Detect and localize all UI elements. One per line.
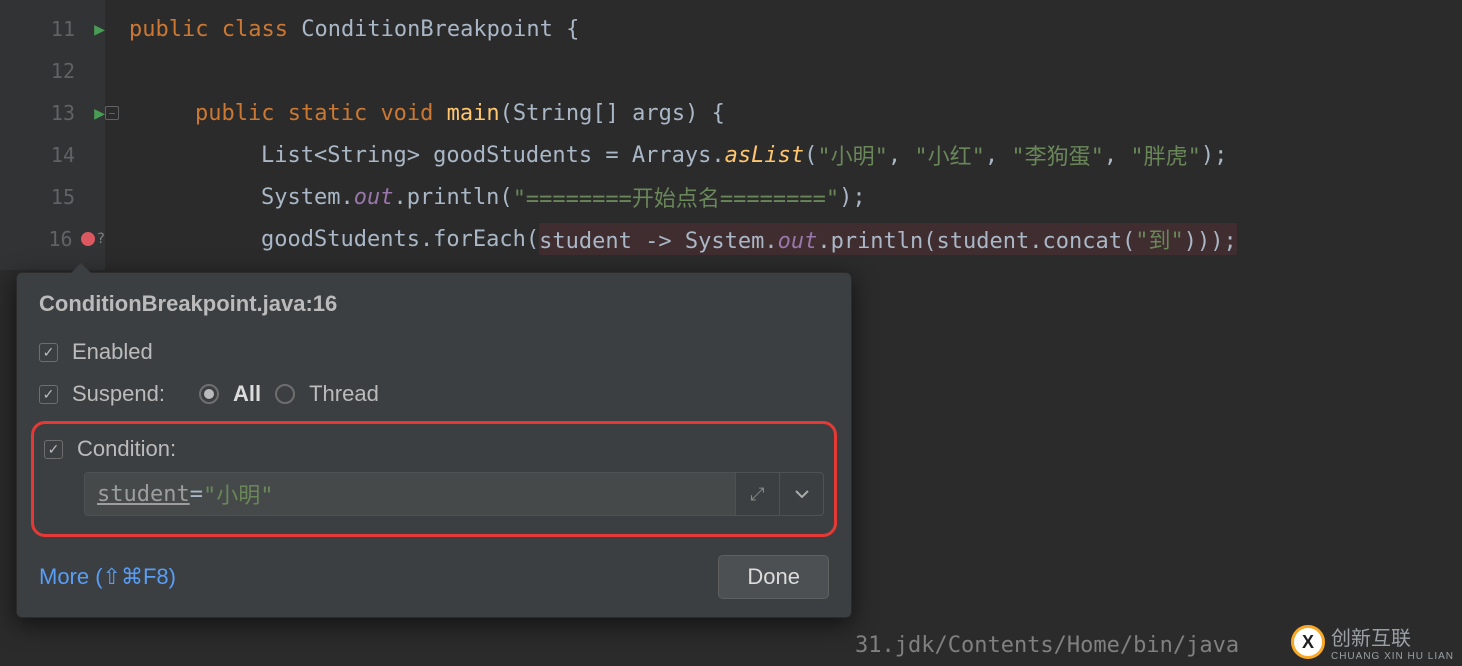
- line-number: 16: [29, 227, 81, 251]
- breakpoint-conditional-icon: ?: [97, 231, 105, 247]
- code-line-15: System.out.println("========开始点名========…: [129, 176, 1462, 218]
- code-line-16: goodStudents.forEach(student -> System.o…: [129, 218, 1462, 260]
- enabled-checkbox[interactable]: [39, 343, 58, 362]
- condition-input[interactable]: student = "小明" ⤢: [84, 472, 824, 516]
- watermark: X 创新互联 CHUANG XIN HU LIAN: [1291, 622, 1454, 662]
- code-editor: 11 ▶ 12 13 ▶ 14 15 16 ? public class Con…: [0, 0, 1462, 270]
- condition-section-highlight: Condition: student = "小明" ⤢: [31, 421, 837, 537]
- code-line-14: List<String> goodStudents = Arrays.asLis…: [129, 134, 1462, 176]
- suspend-all-label: All: [233, 381, 261, 407]
- line-number: 14: [31, 143, 83, 167]
- suspend-label: Suspend:: [72, 381, 165, 407]
- line-number: 11: [31, 17, 83, 41]
- breakpoint-popup: ConditionBreakpoint.java:16 Enabled Susp…: [16, 272, 852, 618]
- popup-arrow-icon: [71, 263, 91, 273]
- suspend-checkbox[interactable]: [39, 385, 58, 404]
- line-number: 15: [31, 185, 83, 209]
- run-icon[interactable]: ▶: [83, 103, 105, 124]
- line-number: 13: [31, 101, 83, 125]
- more-link[interactable]: More (⇧⌘F8): [39, 564, 176, 590]
- run-icon[interactable]: ▶: [83, 19, 105, 40]
- suspend-all-radio[interactable]: [199, 384, 219, 404]
- line-number: 12: [31, 59, 83, 83]
- code-line-11: public class ConditionBreakpoint {: [129, 8, 1462, 50]
- code-area[interactable]: public class ConditionBreakpoint { publi…: [105, 0, 1462, 270]
- fold-icon[interactable]: [105, 106, 119, 120]
- condition-label: Condition:: [77, 436, 176, 462]
- enabled-label: Enabled: [72, 339, 153, 365]
- expand-icon[interactable]: ⤢: [735, 473, 779, 515]
- run-path-bar: 31.jdk/Contents/Home/bin/java: [0, 624, 1462, 666]
- condition-checkbox[interactable]: [44, 440, 63, 459]
- condition-var: student: [97, 482, 190, 507]
- done-button[interactable]: Done: [718, 555, 829, 599]
- breakpoint-icon[interactable]: [81, 232, 95, 246]
- gutter: 11 ▶ 12 13 ▶ 14 15 16 ?: [0, 0, 105, 270]
- suspend-thread-label: Thread: [309, 381, 379, 407]
- watermark-logo-icon: X: [1291, 625, 1325, 659]
- popup-title: ConditionBreakpoint.java:16: [17, 273, 851, 331]
- code-line-13: public static void main(String[] args) {: [129, 92, 1462, 134]
- code-line-12: [129, 50, 1462, 92]
- suspend-thread-radio[interactable]: [275, 384, 295, 404]
- history-dropdown-icon[interactable]: [779, 473, 823, 515]
